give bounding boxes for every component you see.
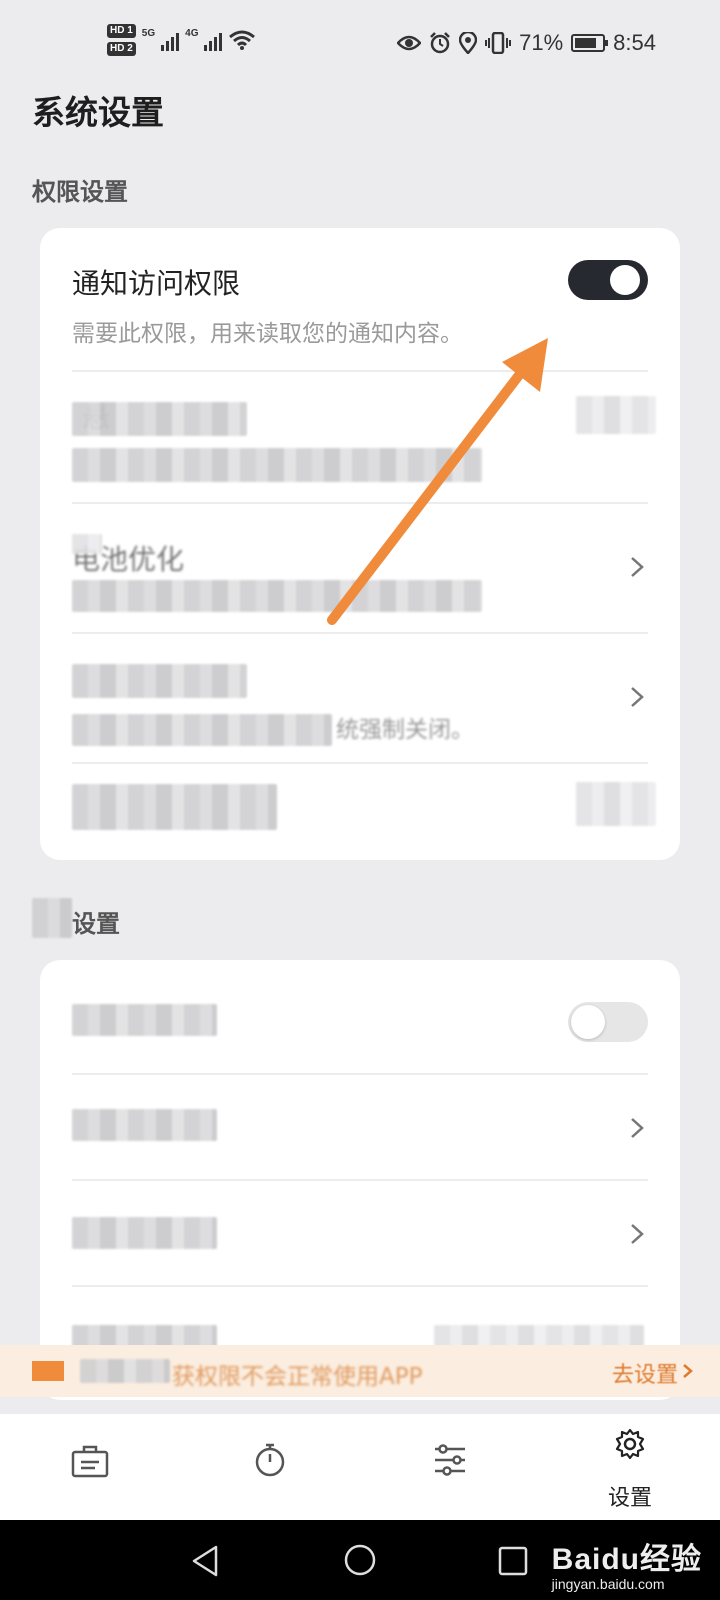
redacted-toggle[interactable] xyxy=(576,782,656,826)
tab-home[interactable] xyxy=(0,1414,180,1520)
briefcase-icon xyxy=(71,1445,109,1478)
setting-row-link[interactable] xyxy=(72,1075,648,1181)
redacted-text xyxy=(72,1217,217,1249)
banner-accent-mark xyxy=(32,1361,64,1381)
section-label-settings: 设置 xyxy=(72,910,120,938)
setting-row-battery-optimization[interactable]: 电池优化 xyxy=(72,504,648,634)
chevron-right-icon[interactable] xyxy=(626,686,648,708)
vibrate-icon xyxy=(485,32,512,54)
eye-icon xyxy=(397,35,422,51)
chevron-right-icon[interactable] xyxy=(680,1364,694,1378)
redacted-text xyxy=(72,1109,217,1141)
redacted-text xyxy=(80,1359,170,1383)
page-title: 系统设置 xyxy=(32,93,164,132)
gear-icon xyxy=(615,1428,645,1460)
recents-icon[interactable] xyxy=(498,1546,528,1576)
clock-time: 8:54 xyxy=(613,30,656,55)
network-4g-label: 4G xyxy=(185,28,199,39)
sim1-badge: HD 1 xyxy=(107,24,136,38)
setting-row-notification-access[interactable]: 通知访问权限 需要此权限，用来读取您的通知内容。 xyxy=(72,228,648,372)
banner-action-link[interactable]: 去设置 xyxy=(612,1357,678,1389)
redacted-text xyxy=(72,402,247,436)
tab-filters[interactable] xyxy=(360,1414,540,1520)
battery-percent: 71% xyxy=(519,30,564,55)
bottom-tab-bar: 设置 xyxy=(0,1414,720,1520)
redacted-text xyxy=(434,1325,644,1347)
toggle-knob xyxy=(610,265,640,295)
row-title: 通知访问权限 xyxy=(72,267,241,300)
sim2-badge: HD 2 xyxy=(107,42,136,56)
notification-access-toggle[interactable] xyxy=(568,260,648,300)
back-icon[interactable] xyxy=(190,1544,220,1578)
redacted-text xyxy=(72,1004,217,1036)
redacted-text xyxy=(72,580,482,612)
redacted-text xyxy=(32,898,72,938)
battery-icon xyxy=(571,34,609,52)
setting-row-background-run[interactable]: 统强制关闭。 xyxy=(72,634,648,764)
redacted-text xyxy=(72,534,102,554)
signal-indicators: HD 1 HD 2 5G 4G xyxy=(107,24,256,56)
location-icon xyxy=(459,32,478,54)
watermark-brand: Baidu经验 xyxy=(551,1543,702,1576)
alarm-icon xyxy=(430,32,451,54)
home-icon[interactable] xyxy=(344,1544,376,1576)
redacted-text xyxy=(72,448,482,482)
redacted-text xyxy=(72,784,277,830)
toggle-knob xyxy=(571,1005,605,1039)
tab-label: 设置 xyxy=(607,1486,652,1511)
setting-row-link[interactable] xyxy=(72,1181,648,1287)
redacted-toggle[interactable] xyxy=(576,396,656,434)
chevron-right-icon[interactable] xyxy=(626,556,648,578)
tab-settings[interactable]: 设置 xyxy=(540,1414,720,1520)
chevron-right-icon[interactable] xyxy=(626,1223,648,1245)
row-description: 需要此权限，用来读取您的通知内容。 xyxy=(72,321,463,347)
stopwatch-icon xyxy=(255,1443,285,1477)
settings-card xyxy=(40,960,680,1400)
signal-bars-icon xyxy=(204,29,223,51)
watermark-url: jingyan.baidu.com xyxy=(551,1576,665,1592)
chevron-right-icon[interactable] xyxy=(626,1117,648,1139)
section-label-permissions: 权限设置 xyxy=(32,178,128,206)
feature-toggle[interactable] xyxy=(568,1002,648,1042)
baidu-watermark: Baidu经验 jingyan.baidu.com xyxy=(552,1534,702,1592)
network-5g-label: 5G xyxy=(141,28,156,39)
permission-banner[interactable]: 获权限不会正常使用APP 去设置 xyxy=(0,1345,720,1397)
redacted-text xyxy=(72,664,247,698)
sliders-icon xyxy=(435,1444,465,1476)
redacted-text xyxy=(72,714,332,746)
setting-row-toggle[interactable] xyxy=(72,960,648,1075)
status-bar: HD 1 HD 2 5G 4G 71% 8:54 xyxy=(0,0,720,90)
setting-row-redacted[interactable] xyxy=(72,764,656,860)
signal-bars-icon xyxy=(161,29,180,51)
redacted-text xyxy=(72,1325,217,1347)
row-description: 统强制关闭。 xyxy=(336,717,474,743)
permissions-card: 通知访问权限 需要此权限，用来读取您的通知内容。 悬 电池优化 统强制关闭。 xyxy=(40,228,680,860)
setting-row-overlay[interactable]: 悬 xyxy=(72,372,656,504)
banner-text: 获权限不会正常使用APP xyxy=(172,1364,423,1390)
wifi-icon xyxy=(229,30,256,50)
tab-timer[interactable] xyxy=(180,1414,360,1520)
